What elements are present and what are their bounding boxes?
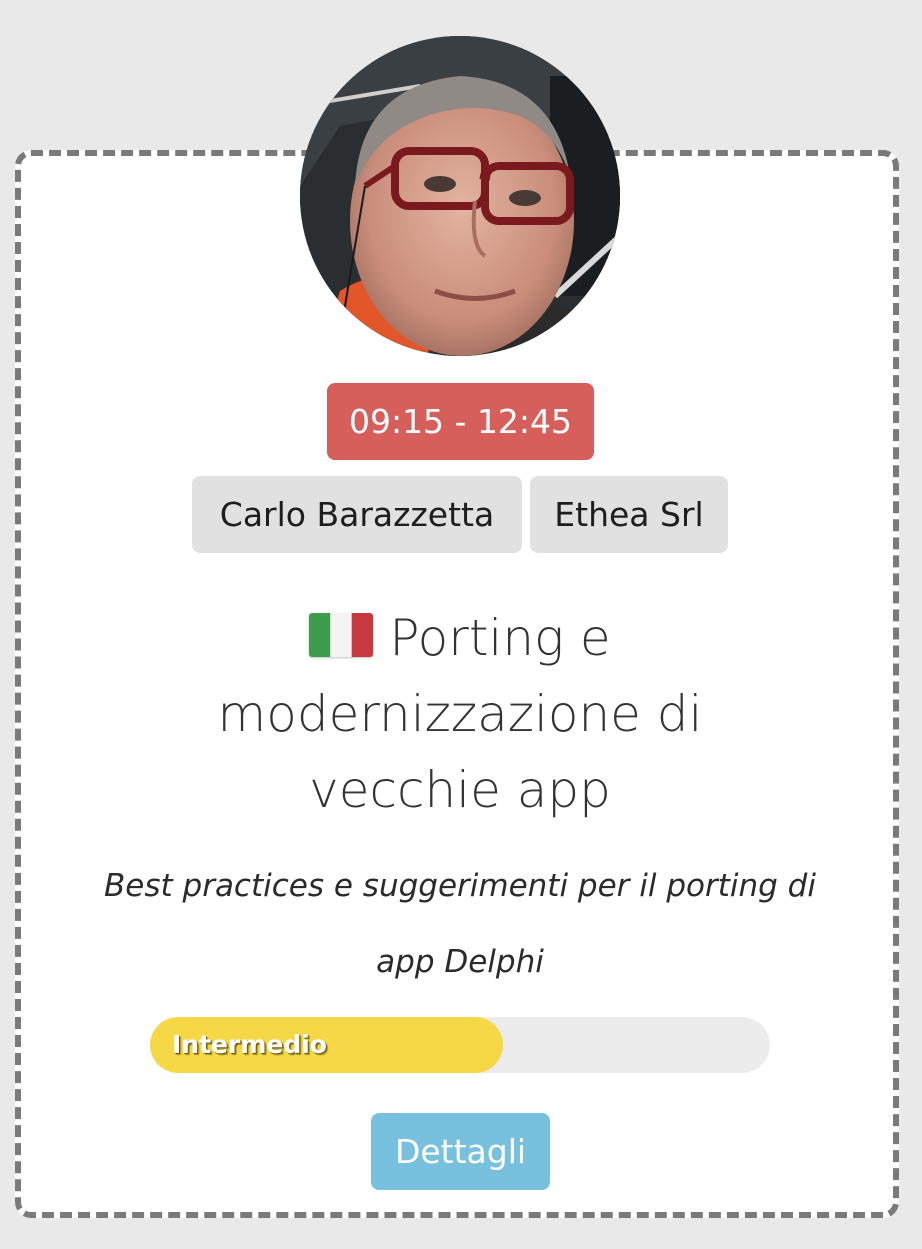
session-title: Porting e modernizzazione di vecchie app <box>130 600 790 828</box>
speaker-avatar <box>300 36 620 356</box>
italy-flag-icon <box>309 613 374 657</box>
session-description: Best practices e suggerimenti per il por… <box>104 868 816 980</box>
company-name-chip: Ethea Srl <box>530 476 728 553</box>
session-title-text: Porting e modernizzazione di vecchie app <box>217 609 703 819</box>
level-progress-bar: Intermedio <box>150 1017 770 1073</box>
details-button[interactable]: Dettagli <box>371 1113 550 1190</box>
speaker-name-chip: Carlo Barazzetta <box>192 476 522 553</box>
level-label: Intermedio <box>172 1030 327 1059</box>
session-time-badge: 09:15 - 12:45 <box>327 383 594 460</box>
